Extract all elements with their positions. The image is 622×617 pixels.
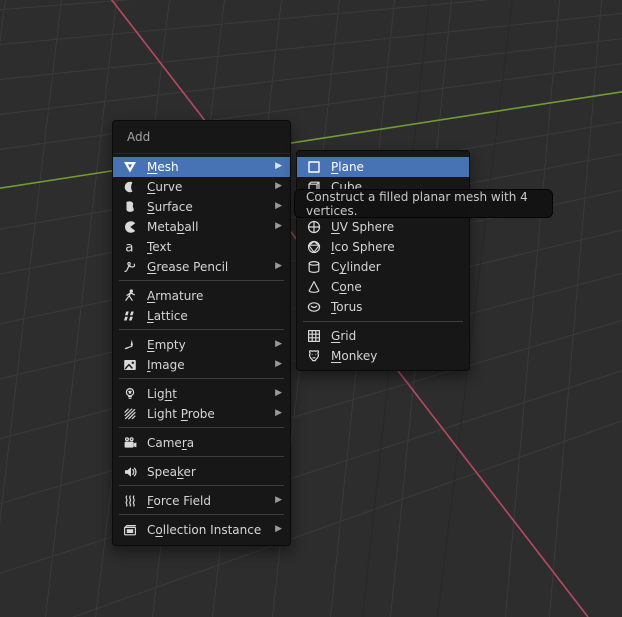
- surface-icon: [122, 199, 138, 215]
- plane-icon: [306, 159, 322, 175]
- submenu-item-label: Ico Sphere: [331, 240, 395, 254]
- speaker-icon: [122, 464, 138, 480]
- menu-item-grease-pencil[interactable]: Grease Pencil ▶: [113, 257, 290, 277]
- submenu-arrow-icon: ▶: [275, 408, 282, 418]
- menu-item-label: Lattice: [147, 309, 188, 323]
- svg-text:a: a: [125, 240, 133, 256]
- text-icon: a: [122, 239, 138, 256]
- armature-icon: [122, 288, 138, 304]
- menu-separator: [119, 514, 284, 515]
- menu-item-label: Collection Instance: [147, 523, 262, 537]
- submenu-item-label: Cone: [331, 280, 362, 294]
- mesh-submenu: Plane Cube UV Sphere Ico Sphere Cylinder…: [296, 150, 470, 371]
- curve-icon: [122, 179, 138, 195]
- menu-item-speaker[interactable]: Speaker: [113, 462, 290, 482]
- grid-icon: [306, 328, 322, 344]
- force-field-icon: [122, 493, 138, 509]
- menu-item-label: Force Field: [147, 494, 211, 508]
- light-probe-icon: [122, 406, 138, 422]
- menu-separator: [119, 485, 284, 486]
- menu-item-label: Grease Pencil: [147, 260, 229, 274]
- menu-item-empty[interactable]: Empty ▶: [113, 335, 290, 355]
- menu-item-label: Surface: [147, 200, 193, 214]
- submenu-item-label: Monkey: [331, 349, 378, 363]
- add-menu: Add Mesh ▶ Curve ▶ Surface ▶ Metaball ▶ …: [112, 120, 291, 546]
- submenu-arrow-icon: ▶: [275, 495, 282, 505]
- menu-item-label: Speaker: [147, 465, 196, 479]
- uv-sphere-icon: [306, 219, 322, 235]
- cylinder-icon: [306, 259, 322, 275]
- menu-item-image[interactable]: Image ▶: [113, 355, 290, 375]
- submenu-item-cylinder[interactable]: Cylinder: [297, 257, 469, 277]
- submenu-item-torus[interactable]: Torus: [297, 297, 469, 317]
- menu-separator: [303, 321, 463, 322]
- submenu-item-plane[interactable]: Plane: [297, 157, 469, 177]
- menu-item-label: Image: [147, 358, 185, 372]
- collection-instance-icon: [122, 522, 138, 538]
- menu-item-label: Armature: [147, 289, 204, 303]
- menu-item-lattice[interactable]: Lattice: [113, 306, 290, 326]
- submenu-arrow-icon: ▶: [275, 181, 282, 191]
- submenu-arrow-icon: ▶: [275, 388, 282, 398]
- menu-item-light-probe[interactable]: Light Probe ▶: [113, 404, 290, 424]
- add-menu-title: Add: [113, 121, 290, 154]
- monkey-icon: [306, 348, 322, 364]
- menu-separator: [119, 329, 284, 330]
- menu-item-label: Light Probe: [147, 407, 215, 421]
- menu-item-text[interactable]: a Text: [113, 237, 290, 257]
- grease-pencil-icon: [122, 259, 138, 275]
- submenu-arrow-icon: ▶: [275, 359, 282, 369]
- menu-item-label: Camera: [147, 436, 195, 450]
- menu-item-light[interactable]: Light ▶: [113, 384, 290, 404]
- menu-item-surface[interactable]: Surface ▶: [113, 197, 290, 217]
- light-icon: [122, 386, 138, 402]
- menu-item-label: Mesh: [147, 160, 179, 174]
- ico-sphere-icon: [306, 239, 322, 255]
- metaball-icon: [122, 219, 138, 235]
- menu-item-force-field[interactable]: Force Field ▶: [113, 491, 290, 511]
- submenu-arrow-icon: ▶: [275, 339, 282, 349]
- torus-icon: [306, 299, 322, 315]
- menu-item-armature[interactable]: Armature: [113, 286, 290, 306]
- submenu-item-label: Torus: [331, 300, 363, 314]
- submenu-item-ico-sphere[interactable]: Ico Sphere: [297, 237, 469, 257]
- submenu-arrow-icon: ▶: [275, 161, 282, 171]
- image-icon: [122, 357, 138, 373]
- menu-item-curve[interactable]: Curve ▶: [113, 177, 290, 197]
- menu-item-mesh[interactable]: Mesh ▶: [113, 157, 290, 177]
- cone-icon: [306, 279, 322, 295]
- mesh-icon: [122, 159, 138, 175]
- submenu-item-label: Grid: [331, 329, 357, 343]
- menu-item-collection-instance[interactable]: Collection Instance ▶: [113, 520, 290, 540]
- tooltip-text: Construct a filled planar mesh with 4 ve…: [306, 189, 528, 218]
- camera-icon: [122, 435, 138, 451]
- menu-item-label: Light: [147, 387, 177, 401]
- submenu-item-label: Cylinder: [331, 260, 381, 274]
- submenu-item-cone[interactable]: Cone: [297, 277, 469, 297]
- empty-icon: [122, 337, 138, 353]
- submenu-item-monkey[interactable]: Monkey: [297, 346, 469, 366]
- submenu-arrow-icon: ▶: [275, 261, 282, 271]
- menu-item-metaball[interactable]: Metaball ▶: [113, 217, 290, 237]
- menu-separator: [119, 456, 284, 457]
- menu-item-label: Empty: [147, 338, 186, 352]
- submenu-arrow-icon: ▶: [275, 201, 282, 211]
- submenu-item-label: Plane: [331, 160, 364, 174]
- lattice-icon: [122, 308, 138, 324]
- menu-item-label: Text: [147, 240, 172, 254]
- menu-item-camera[interactable]: Camera: [113, 433, 290, 453]
- menu-separator: [119, 427, 284, 428]
- submenu-arrow-icon: ▶: [275, 221, 282, 231]
- submenu-item-grid[interactable]: Grid: [297, 326, 469, 346]
- submenu-item-label: UV Sphere: [331, 220, 395, 234]
- menu-separator: [119, 378, 284, 379]
- menu-item-label: Metaball: [147, 220, 199, 234]
- submenu-arrow-icon: ▶: [275, 524, 282, 534]
- menu-separator: [119, 280, 284, 281]
- menu-item-label: Curve: [147, 180, 183, 194]
- tooltip: Construct a filled planar mesh with 4 ve…: [294, 189, 553, 218]
- submenu-item-uv-sphere[interactable]: UV Sphere: [297, 217, 469, 237]
